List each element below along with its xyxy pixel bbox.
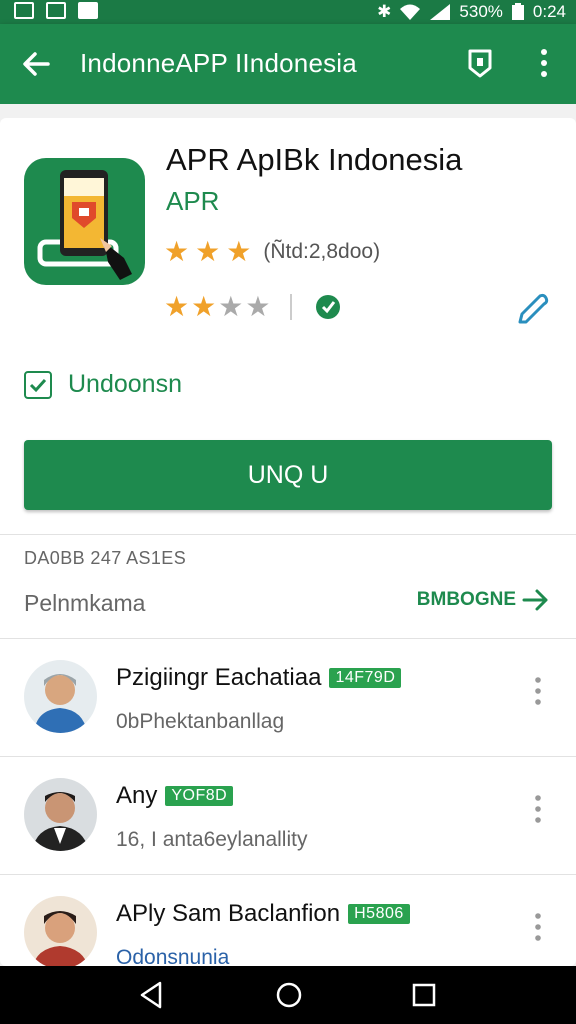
arrow-back-icon[interactable] — [20, 48, 52, 80]
battery-icon — [511, 3, 524, 20]
system-nav-bar — [0, 966, 576, 1024]
reviewer-name-row: Any YOF8D — [116, 782, 234, 810]
more-vert-icon[interactable] — [532, 46, 556, 80]
reviewer-name: Pzigiingr Eachatiaa — [116, 664, 322, 691]
shield-icon[interactable] — [466, 48, 494, 78]
mail-notification-icon — [46, 2, 66, 19]
cell-signal-icon — [430, 4, 451, 20]
nav-back-icon[interactable] — [138, 980, 166, 1010]
reviewer-name-row: APly Sam Baclanfion H5806 — [116, 900, 410, 928]
more-vert-icon[interactable] — [530, 674, 546, 708]
developer-name[interactable]: APR — [166, 186, 219, 217]
star-icon: ★ — [195, 236, 221, 267]
rating-count: (Ñtd:2,8doo) — [263, 240, 381, 263]
divider — [0, 874, 576, 875]
review-text: 0bPhektanbanllag — [116, 710, 285, 733]
see-more-link[interactable]: BMBOGNE — [417, 588, 550, 612]
app-bar-title: IndonneAPP IIndonesia — [80, 48, 357, 78]
compat-check-row[interactable]: Undoonsn — [24, 370, 182, 399]
reviewer-tag-badge: H5806 — [348, 904, 410, 924]
reviewer-tag-badge: YOF8D — [165, 786, 234, 806]
status-bar: ✱ 530% 0:24 — [0, 0, 576, 24]
checkbox[interactable] — [24, 370, 52, 399]
app-bar: IndonneAPP IIndonesia — [0, 24, 576, 104]
wifi-icon — [400, 4, 421, 20]
reviewer-name: Any — [116, 782, 158, 809]
divider — [0, 534, 576, 535]
page-content: APR ApIBk Indonesia APR ★ ★ ★ (Ñtd:2,8do… — [0, 104, 576, 969]
star-icon[interactable]: ★ — [191, 293, 216, 321]
app-details-card: APR ApIBk Indonesia APR ★ ★ ★ (Ñtd:2,8do… — [0, 118, 576, 969]
editors-choice-badge-icon — [316, 295, 341, 319]
bluetooth-icon: ✱ — [377, 2, 392, 21]
more-vert-icon[interactable] — [530, 910, 546, 944]
review-item[interactable]: Pzigiingr Eachatiaa 14F79D 0bPhektanbanl… — [0, 640, 576, 758]
user-rating-row: ★ ★ ★ ★ — [164, 293, 342, 321]
reviews-section-title: Pelnmkama — [24, 590, 146, 616]
divider — [290, 294, 293, 320]
battery-level: 530% — [459, 2, 503, 21]
app-icon — [24, 158, 145, 285]
divider — [0, 756, 576, 757]
image-notification-icon — [14, 2, 34, 19]
review-text: 16, I anta6eylanallity — [116, 828, 308, 851]
reviewer-tag-badge: 14F79D — [329, 668, 402, 688]
notification-icons — [14, 2, 98, 19]
star-icon: ★ — [164, 236, 190, 267]
message-notification-icon — [78, 2, 98, 19]
reviews-section-label: DA0BB 247 AS1ES — [24, 548, 187, 568]
app-name: APR ApIBk Indonesia — [166, 142, 463, 177]
divider — [0, 638, 576, 639]
rating-row: ★ ★ ★ (Ñtd:2,8doo) — [164, 238, 380, 266]
avatar — [24, 896, 97, 969]
avatar — [24, 660, 97, 733]
reviewer-name-row: Pzigiingr Eachatiaa 14F79D — [116, 664, 402, 692]
nav-home-icon[interactable] — [274, 980, 304, 1010]
arrow-forward-icon — [522, 589, 548, 611]
clock: 0:24 — [532, 2, 566, 21]
avatar — [24, 778, 97, 851]
star-icon: ★ — [226, 236, 252, 267]
edit-pencil-icon[interactable] — [512, 290, 552, 330]
status-right: ✱ 530% 0:24 — [377, 2, 566, 22]
checkbox-label: Undoonsn — [68, 370, 182, 398]
star-icon[interactable]: ★ — [245, 293, 270, 321]
more-vert-icon[interactable] — [530, 792, 546, 826]
install-button[interactable]: UNQ U — [24, 440, 552, 510]
see-more-label: BMBOGNE — [416, 589, 516, 610]
star-icon[interactable]: ★ — [164, 293, 189, 321]
review-item[interactable]: Any YOF8D 16, I anta6eylanallity — [0, 758, 576, 876]
nav-recents-icon[interactable] — [410, 980, 438, 1010]
reviewer-name: APly Sam Baclanfion — [116, 900, 341, 927]
star-icon[interactable]: ★ — [218, 293, 243, 321]
